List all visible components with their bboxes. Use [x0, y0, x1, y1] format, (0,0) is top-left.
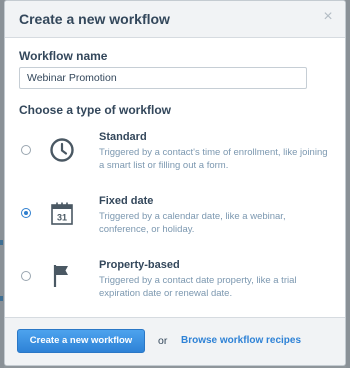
- flag-icon: [53, 265, 68, 287]
- background-link-fragment: [0, 240, 3, 245]
- calendar-icon: 31: [51, 202, 73, 225]
- dialog-footer: Create a new workflow or Browse workflow…: [5, 317, 345, 365]
- browse-recipes-link[interactable]: Browse workflow recipes: [181, 335, 301, 346]
- property-based-radio[interactable]: [21, 271, 31, 281]
- close-icon[interactable]: ×: [321, 9, 335, 25]
- workflow-type-standard[interactable]: Standard Triggered by a contact's time o…: [5, 127, 345, 183]
- workflow-name-input[interactable]: [19, 67, 307, 89]
- dialog-title: Create a new workflow: [19, 11, 170, 27]
- fixed-date-radio[interactable]: [21, 208, 31, 218]
- clock-icon: [50, 138, 74, 162]
- standard-radio[interactable]: [21, 145, 31, 155]
- fixed-date-description: Triggered by a calendar date, like a web…: [99, 211, 286, 235]
- create-workflow-button[interactable]: Create a new workflow: [17, 329, 145, 353]
- fixed-date-title: Fixed date: [99, 195, 154, 207]
- standard-description: Triggered by a contact's time of enrollm…: [99, 147, 328, 171]
- dialog-header: Create a new workflow ×: [5, 1, 345, 38]
- page-backdrop-right: [346, 0, 350, 368]
- workflow-type-property-based[interactable]: Property-based Triggered by a contact da…: [5, 255, 345, 311]
- property-based-title: Property-based: [99, 259, 180, 271]
- workflow-name-label: Workflow name: [19, 49, 108, 63]
- standard-title: Standard: [99, 131, 147, 143]
- workflow-type-fixed-date[interactable]: 31 Fixed date Triggered by a calendar da…: [5, 191, 345, 247]
- background-link-fragment: [0, 296, 3, 301]
- property-based-description: Triggered by a contact date property, li…: [99, 275, 297, 299]
- workflow-type-heading: Choose a type of workflow: [19, 103, 172, 117]
- create-workflow-dialog: Create a new workflow × Workflow name Ch…: [4, 0, 346, 366]
- or-separator: or: [158, 335, 168, 347]
- calendar-day-label: 31: [57, 213, 67, 223]
